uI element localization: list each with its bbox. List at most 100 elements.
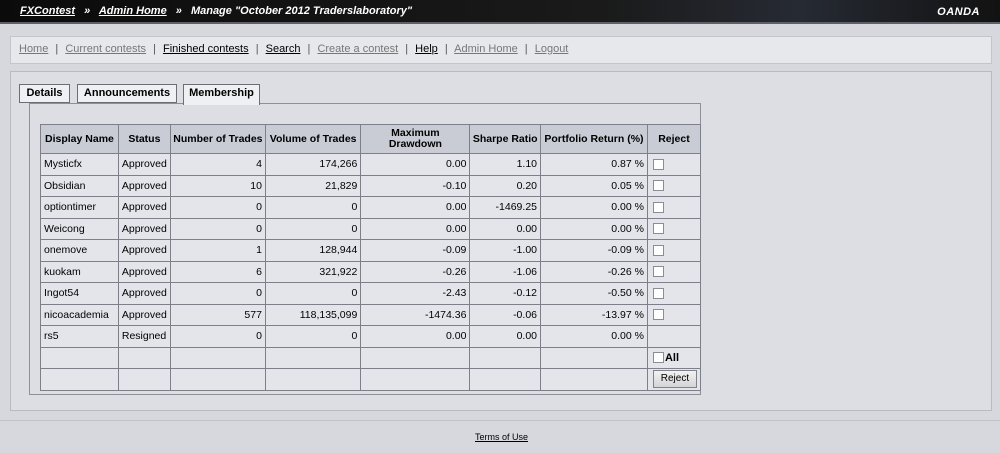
- reject-checkbox[interactable]: [652, 309, 664, 321]
- col-header-status: Status: [117, 124, 171, 154]
- reject-checkbox[interactable]: [652, 158, 664, 170]
- cell-portfolio-return: 0.87 %: [540, 153, 648, 176]
- nav-separator: |: [444, 43, 448, 55]
- cell-select-all: All: [646, 346, 702, 369]
- cell-volume-of-trades: 0: [264, 217, 362, 240]
- nav-home-link[interactable]: Home: [19, 43, 48, 55]
- main-nav-bar: Home | Current contests | Finished conte…: [10, 36, 992, 64]
- breadcrumb-admin-home-link[interactable]: Admin Home: [99, 5, 167, 17]
- cell-portfolio-return: 0.00 %: [540, 217, 648, 240]
- page-footer: Terms of Use: [0, 420, 1000, 453]
- cell-display-name: nicoacademia: [40, 303, 119, 326]
- col-header-portfolio-return: Portfolio Return (%): [540, 124, 648, 154]
- cell-portfolio-return: -0.09 %: [540, 239, 648, 262]
- cell-maximum-drawdown: 0.00: [360, 217, 471, 240]
- cell-display-name: Mysticfx: [40, 153, 119, 176]
- cell-volume-of-trades: 21,829: [264, 174, 362, 197]
- col-header-sharpe-ratio: Sharpe Ratio: [469, 124, 541, 154]
- nav-logout-link[interactable]: Logout: [535, 43, 569, 55]
- nav-search-link[interactable]: Search: [266, 43, 301, 55]
- cell-sharpe-ratio: -1.00: [469, 239, 541, 262]
- reject-button[interactable]: Reject: [652, 370, 697, 389]
- cell-display-name: onemove: [40, 239, 119, 262]
- nav-finished-contests-link[interactable]: Finished contests: [163, 43, 249, 55]
- col-header-volume-of-trades: Volume of Trades: [264, 124, 362, 154]
- cell-maximum-drawdown: 0.00: [360, 325, 471, 348]
- cell-reject: [646, 239, 702, 262]
- actions-row: Reject: [40, 368, 702, 391]
- cell-status: Approved: [117, 174, 171, 197]
- cell-sharpe-ratio: -0.12: [469, 282, 541, 305]
- cell-maximum-drawdown: -0.26: [360, 260, 471, 283]
- nav-separator: |: [405, 43, 409, 55]
- tab-announcements[interactable]: Announcements: [77, 84, 177, 103]
- cell-portfolio-return: -0.26 %: [540, 260, 648, 283]
- cell-display-name: Obsidian: [40, 174, 119, 197]
- breadcrumb-separator: »: [175, 5, 182, 17]
- table-row: rs5 Resigned 0 0 0.00 0.00 0.00 %: [40, 325, 702, 348]
- reject-checkbox[interactable]: [652, 244, 664, 256]
- cell-reject: [646, 217, 702, 240]
- cell-number-of-trades: 4: [169, 153, 266, 176]
- cell-number-of-trades: 0: [169, 217, 266, 240]
- cell-display-name: Ingot54: [40, 282, 119, 305]
- cell-reject: [646, 325, 702, 348]
- reject-checkbox[interactable]: [652, 223, 664, 235]
- cell-status: Approved: [117, 153, 171, 176]
- nav-help-link[interactable]: Help: [415, 43, 438, 55]
- breadcrumb-separator: »: [84, 5, 91, 17]
- terms-of-use-link[interactable]: Terms of Use: [475, 432, 528, 442]
- nav-admin-home-link[interactable]: Admin Home: [454, 43, 518, 55]
- cell-reject: [646, 260, 702, 283]
- reject-checkbox[interactable]: [652, 287, 664, 299]
- oanda-logo: OANDA: [937, 6, 980, 18]
- cell-sharpe-ratio: -1.06: [469, 260, 541, 283]
- table-row: Obsidian Approved 10 21,829 -0.10 0.20 0…: [40, 174, 702, 197]
- table-row: Weicong Approved 0 0 0.00 0.00 0.00 %: [40, 217, 702, 240]
- cell-portfolio-return: -13.97 %: [540, 303, 648, 326]
- tab-details[interactable]: Details: [19, 84, 70, 103]
- col-header-number-of-trades: Number of Trades: [169, 124, 266, 154]
- table-row: optiontimer Approved 0 0 0.00 -1469.25 0…: [40, 196, 702, 219]
- cell-maximum-drawdown: -1474.36: [360, 303, 471, 326]
- nav-create-contest-link[interactable]: Create a contest: [317, 43, 398, 55]
- cell-reject: [646, 303, 702, 326]
- breadcrumb-fxcontest-link[interactable]: FXContest: [20, 5, 75, 17]
- cell-reject: [646, 153, 702, 176]
- cell-number-of-trades: 0: [169, 325, 266, 348]
- cell-status: Approved: [117, 196, 171, 219]
- cell-volume-of-trades: 128,944: [264, 239, 362, 262]
- cell-number-of-trades: 1: [169, 239, 266, 262]
- cell-reject: [646, 196, 702, 219]
- nav-separator: |: [255, 43, 259, 55]
- select-all-checkbox[interactable]: [652, 352, 664, 364]
- cell-number-of-trades: 10: [169, 174, 266, 197]
- cell-sharpe-ratio: -1469.25: [469, 196, 541, 219]
- nav-separator: |: [524, 43, 528, 55]
- breadcrumb-current-page: Manage "October 2012 Traderslaboratory": [190, 5, 413, 17]
- cell-display-name: optiontimer: [40, 196, 119, 219]
- cell-reject: [646, 282, 702, 305]
- cell-reject: [646, 174, 702, 197]
- cell-maximum-drawdown: -2.43: [360, 282, 471, 305]
- table-row: onemove Approved 1 128,944 -0.09 -1.00 -…: [40, 239, 702, 262]
- cell-volume-of-trades: 118,135,099: [264, 303, 362, 326]
- cell-display-name: rs5: [40, 325, 119, 348]
- cell-status: Approved: [117, 239, 171, 262]
- cell-status: Approved: [117, 303, 171, 326]
- membership-panel: Display Name Status Number of Trades Vol…: [29, 103, 702, 395]
- cell-volume-of-trades: 0: [264, 282, 362, 305]
- nav-current-contests-link[interactable]: Current contests: [65, 43, 146, 55]
- membership-table: Display Name Status Number of Trades Vol…: [40, 124, 702, 391]
- cell-maximum-drawdown: 0.00: [360, 196, 471, 219]
- cell-reject-action: Reject: [646, 368, 702, 391]
- tab-membership[interactable]: Membership: [183, 84, 260, 105]
- select-all-row: All: [40, 346, 702, 369]
- cell-volume-of-trades: 321,922: [264, 260, 362, 283]
- reject-checkbox[interactable]: [652, 201, 664, 213]
- nav-separator: |: [307, 43, 311, 55]
- reject-checkbox[interactable]: [652, 266, 664, 278]
- reject-checkbox[interactable]: [652, 180, 664, 192]
- cell-portfolio-return: 0.05 %: [540, 174, 648, 197]
- table-row: nicoacademia Approved 577 118,135,099 -1…: [40, 303, 702, 326]
